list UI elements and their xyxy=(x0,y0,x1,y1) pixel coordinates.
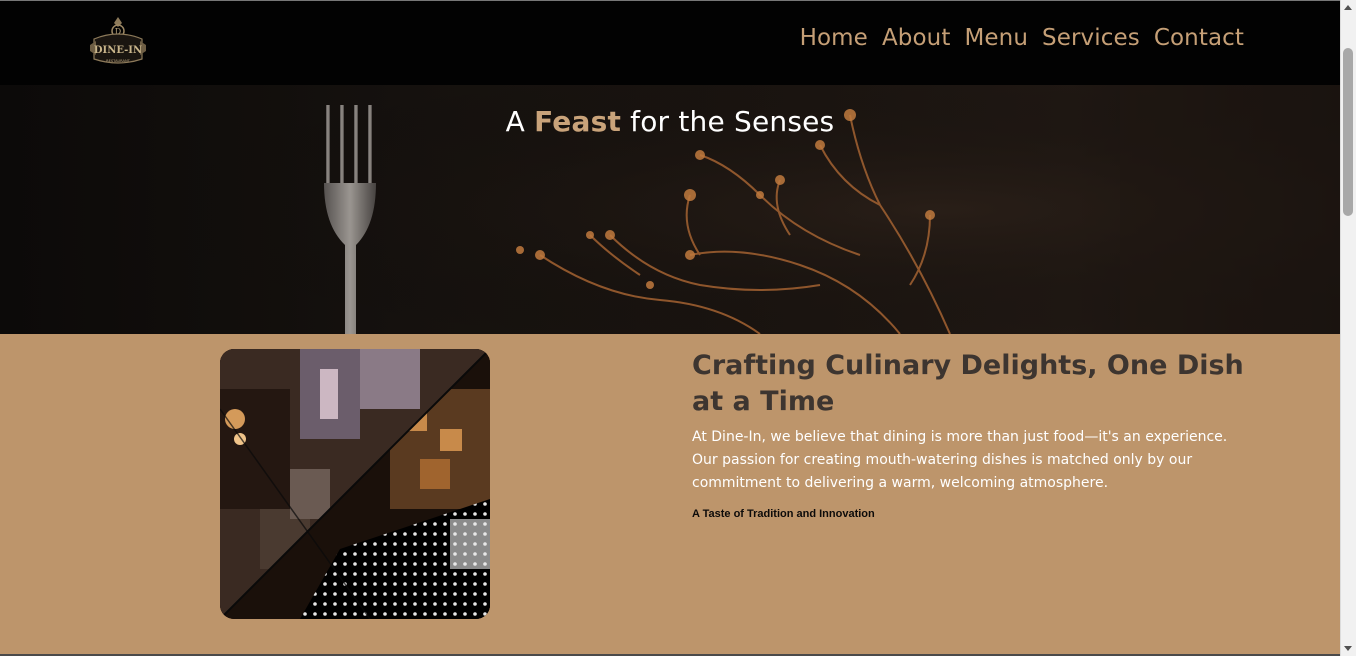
main-nav: Home About Menu Services Contact xyxy=(800,25,1244,51)
about-heading: Crafting Culinary Delights, One Dish at … xyxy=(692,350,1244,417)
restaurant-logo[interactable]: D DINE-IN RESTAURANT xyxy=(88,15,148,69)
hero-title: A Feast for the Senses xyxy=(0,105,1340,138)
nav-menu-link[interactable]: Menu xyxy=(964,25,1028,51)
nav-home-link[interactable]: Home xyxy=(800,25,868,51)
scroll-up-icon[interactable] xyxy=(1344,5,1352,10)
nav-contact-link[interactable]: Contact xyxy=(1154,25,1244,51)
scrollbar-thumb[interactable] xyxy=(1343,48,1353,216)
nav-about-link[interactable]: About xyxy=(882,25,951,51)
about-description: At Dine-In, we believe that dining is mo… xyxy=(692,429,1228,491)
restaurant-interior-collage-image xyxy=(220,349,490,619)
page-viewport: D DINE-IN RESTAURANT Home About Menu Ser… xyxy=(0,0,1340,654)
about-section: Crafting Culinary Delights, One Dish at … xyxy=(0,334,1340,654)
hero-title-accent: Feast xyxy=(534,105,622,138)
svg-text:RESTAURANT: RESTAURANT xyxy=(106,59,131,63)
page-scrollbar[interactable] xyxy=(1340,0,1356,656)
hero-title-prefix: A xyxy=(505,105,535,138)
dine-in-logo-icon: D DINE-IN RESTAURANT xyxy=(90,17,146,64)
nav-services-link[interactable]: Services xyxy=(1042,25,1140,51)
about-subheading: A Taste of Tradition and Innovation xyxy=(692,508,875,520)
site-header: D DINE-IN RESTAURANT Home About Menu Ser… xyxy=(0,1,1340,85)
svg-text:DINE-IN: DINE-IN xyxy=(94,45,142,56)
hero-title-suffix: for the Senses xyxy=(621,105,835,138)
hero-banner: A Feast for the Senses xyxy=(0,85,1340,334)
scroll-down-icon[interactable] xyxy=(1344,646,1352,651)
